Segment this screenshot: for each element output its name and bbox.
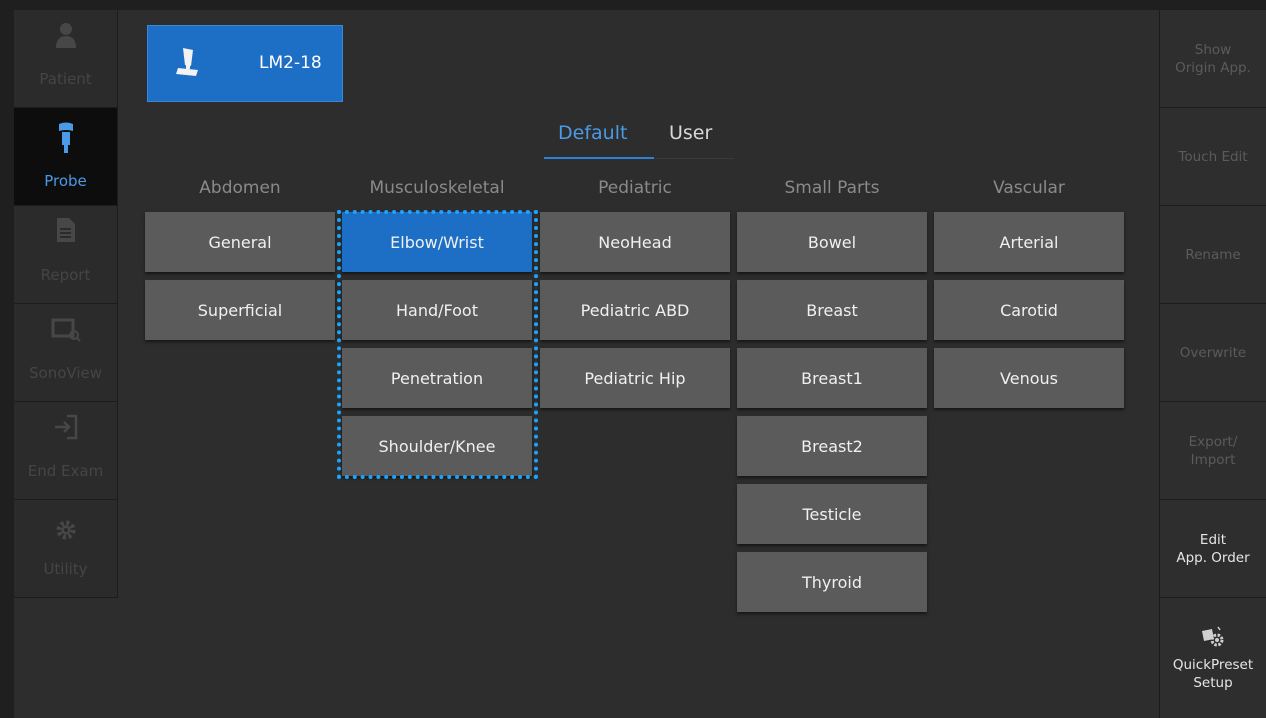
category-header-small-parts: Small Parts — [784, 178, 880, 198]
quickpreset-icon — [1200, 625, 1226, 652]
sidebar-item-label: Report — [40, 266, 91, 284]
probe-tile[interactable]: LM2-18 — [147, 25, 343, 102]
tab-user[interactable]: User — [669, 122, 712, 144]
left-sidebar: Patient Probe Report SonoView End Exam U… — [14, 10, 118, 604]
preset-button-pediatric-hip[interactable]: Pediatric Hip — [540, 348, 730, 408]
button-label: Overwrite — [1179, 344, 1247, 361]
probe-icon — [14, 122, 117, 153]
preset-button-neohead[interactable]: NeoHead — [540, 212, 730, 272]
preset-button-general[interactable]: General — [145, 212, 335, 272]
sidebar-item-utility[interactable]: Utility — [14, 500, 118, 598]
button-label: Touch Edit — [1178, 148, 1248, 165]
show-origin-app-button[interactable]: Show Origin App. — [1159, 10, 1266, 108]
button-label: Rename — [1185, 246, 1241, 263]
sonoview-icon — [14, 316, 117, 344]
button-label-line: Origin App. — [1175, 59, 1251, 76]
category-header-vascular: Vascular — [993, 178, 1065, 198]
preset-tabs: Default User — [544, 120, 734, 160]
category-header-musculoskeletal: Musculoskeletal — [369, 178, 505, 198]
button-label-line: QuickPreset — [1172, 656, 1254, 673]
category-header-abdomen: Abdomen — [199, 178, 281, 198]
preset-button-venous[interactable]: Venous — [934, 348, 1124, 408]
sidebar-item-sonoview[interactable]: SonoView — [14, 304, 118, 402]
sidebar-item-label: End Exam — [27, 462, 104, 480]
preset-button-thyroid[interactable]: Thyroid — [737, 552, 927, 612]
preset-button-shoulder-knee[interactable]: Shoulder/Knee — [342, 416, 532, 476]
sidebar-item-label: Probe — [44, 172, 87, 190]
tab-default[interactable]: Default — [558, 122, 627, 144]
preset-button-arterial[interactable]: Arterial — [934, 212, 1124, 272]
sidebar-item-patient[interactable]: Patient — [14, 10, 118, 108]
button-label-line: App. Order — [1176, 549, 1250, 566]
document-icon — [14, 218, 117, 246]
preset-button-pediatric-abd[interactable]: Pediatric ABD — [540, 280, 730, 340]
preset-button-hand-foot[interactable]: Hand/Foot — [342, 280, 532, 340]
tab-divider — [654, 158, 734, 159]
button-label-line: Show — [1194, 41, 1232, 58]
rename-button[interactable]: Rename — [1159, 206, 1266, 304]
sidebar-item-probe[interactable]: Probe — [14, 108, 118, 206]
preset-button-bowel[interactable]: Bowel — [737, 212, 927, 272]
gear-icon — [14, 520, 117, 548]
preset-button-testicle[interactable]: Testicle — [737, 484, 927, 544]
edit-app-order-button[interactable]: Edit App. Order — [1159, 500, 1266, 598]
button-label-line: Setup — [1193, 674, 1233, 691]
overwrite-button[interactable]: Overwrite — [1159, 304, 1266, 402]
export-import-button[interactable]: Export/ Import — [1159, 402, 1266, 500]
touch-edit-button[interactable]: Touch Edit — [1159, 108, 1266, 206]
person-icon — [14, 22, 117, 50]
preset-button-breast[interactable]: Breast — [737, 280, 927, 340]
preset-button-superficial[interactable]: Superficial — [145, 280, 335, 340]
preset-button-breast1[interactable]: Breast1 — [737, 348, 927, 408]
quickpreset-setup-button[interactable]: QuickPreset Setup — [1159, 598, 1266, 718]
button-label-line: Export/ — [1188, 433, 1238, 450]
sidebar-item-label: Patient — [39, 70, 92, 88]
sidebar-item-end-exam[interactable]: End Exam — [14, 402, 118, 500]
right-panel: Show Origin App. Touch Edit Rename Overw… — [1159, 10, 1266, 718]
sidebar-item-label: SonoView — [29, 364, 102, 382]
preset-button-penetration[interactable]: Penetration — [342, 348, 532, 408]
preset-button-breast2[interactable]: Breast2 — [737, 416, 927, 476]
sidebar-item-report[interactable]: Report — [14, 206, 118, 304]
tab-active-indicator — [544, 157, 654, 159]
button-label-line: Edit — [1199, 531, 1227, 548]
transducer-icon — [174, 46, 204, 86]
probe-label: LM2-18 — [259, 53, 322, 73]
preset-button-carotid[interactable]: Carotid — [934, 280, 1124, 340]
exit-icon — [14, 414, 117, 442]
preset-button-elbow-wrist[interactable]: Elbow/Wrist — [342, 212, 532, 272]
sidebar-item-label: Utility — [43, 560, 88, 578]
category-header-pediatric: Pediatric — [598, 178, 672, 198]
button-label-line: Import — [1190, 451, 1236, 468]
